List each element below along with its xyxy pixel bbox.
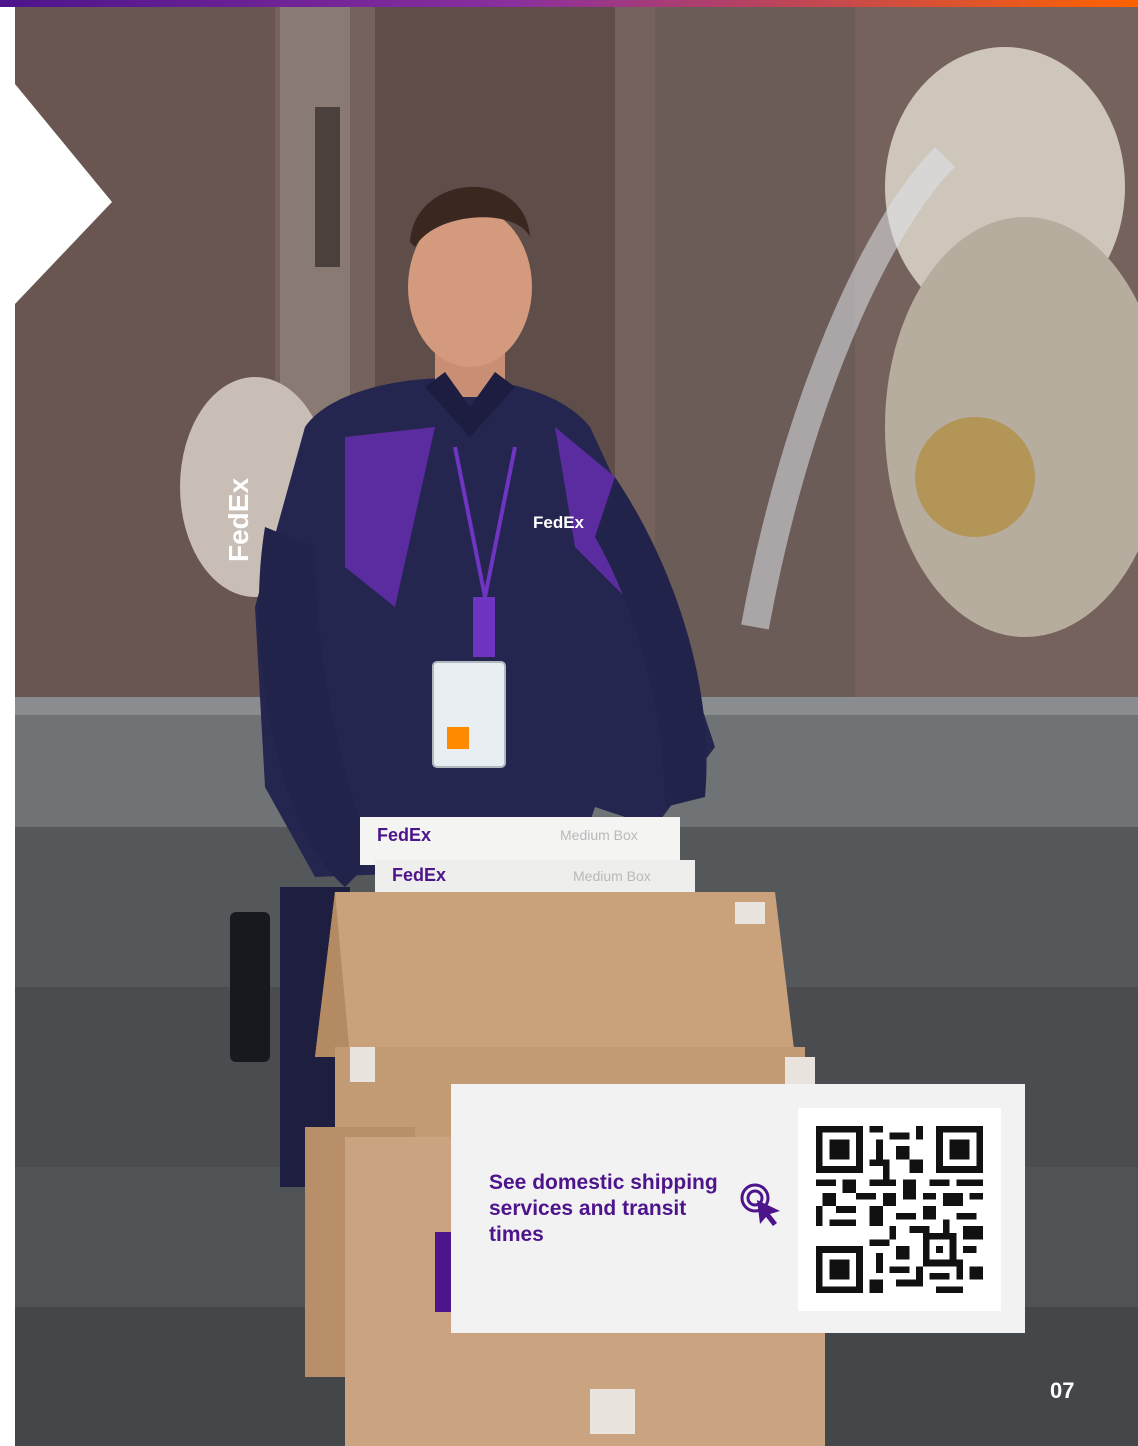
shirt-fedex-logo: FedEx [533,513,585,532]
page-number: 07 [1050,1378,1075,1403]
accent-bar [0,0,1138,7]
sleeve-fedex-logo: FedEx [223,477,254,562]
box-top-brand: FedEx [377,825,432,845]
cta-text[interactable]: See domestic shipping services and trans… [489,1170,719,1248]
qr-code-icon [816,1126,983,1293]
box-second-label: Medium Box [573,868,651,884]
qr-code[interactable] [798,1108,1001,1311]
chevron-arrow-icon [15,84,112,304]
box-second-brand: FedEx [392,865,447,885]
cta-card[interactable]: See domestic shipping services and trans… [451,1084,1025,1333]
click-cursor-icon[interactable] [740,1183,786,1229]
box-top-label: Medium Box [560,827,638,843]
